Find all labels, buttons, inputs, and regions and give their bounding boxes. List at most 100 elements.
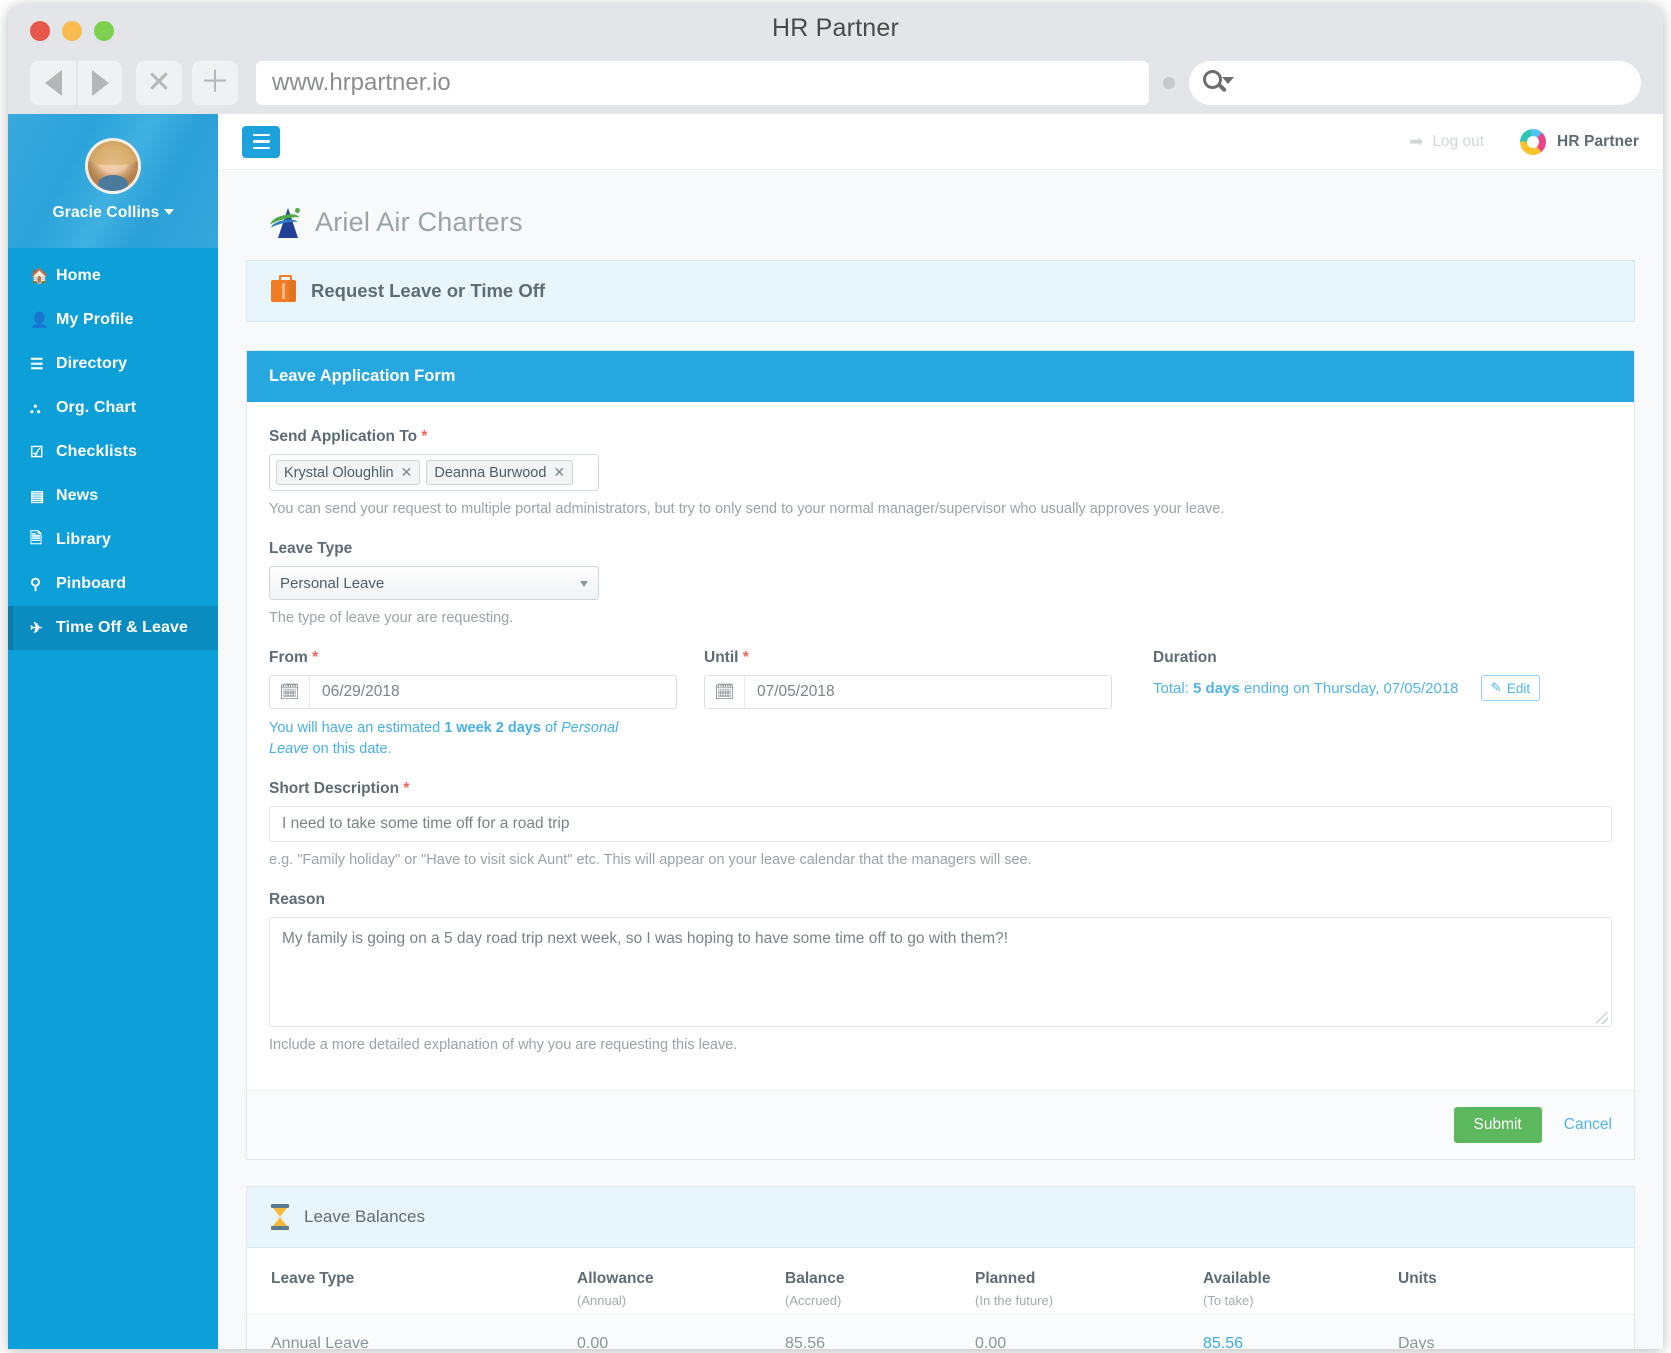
search-bar[interactable] [1189,61,1641,105]
recipient-tag[interactable]: Deanna Burwood ✕ [426,460,574,485]
sidebar-item-checklists[interactable]: ☑ Checklists [8,430,218,474]
reason-textarea[interactable]: My family is going on a 5 day road trip … [269,917,1612,1028]
cell-allowance: 0.00 [567,1314,775,1349]
cell-balance: 85.56 [775,1314,965,1349]
column-sublabel: (To take) [1203,1293,1254,1309]
close-icon: ✕ [146,66,172,99]
estimate-suffix: on this date. [308,741,392,758]
estimate-middle: of [540,720,562,737]
sidebar-item-time-off-and-leave[interactable]: ✈ Time Off & Leave [8,606,218,650]
new-tab-button[interactable]: ＋ [192,61,238,105]
menu-toggle-button[interactable] [242,125,280,158]
close-window-button[interactable] [30,21,50,41]
minimize-window-button[interactable] [62,21,82,41]
logout-button[interactable]: ➡ Log out [1409,132,1484,152]
from-date-value: 06/29/2018 [322,683,400,701]
send-application-to-field: Send Application To * Krystal Oloughlin … [269,428,1612,520]
submit-button[interactable]: Submit [1453,1107,1542,1144]
sidebar-item-pinboard[interactable]: ⚲ Pinboard [8,562,218,606]
column-sublabel: (Accrued) [785,1293,842,1309]
until-field: Until * 🗓 07/05/2018 [704,649,1139,760]
leave-balances-table: Leave Type Allowance (Annual) Balance (A… [247,1248,1634,1349]
leave-type-select[interactable]: Personal Leave [269,566,599,601]
chevron-down-icon [580,581,588,588]
leave-application-card: Leave Application Form Send Application … [246,350,1635,1161]
column-label: Units [1398,1270,1437,1288]
card-title: Leave Application Form [247,351,1634,402]
calendar-icon[interactable]: 🗓 [705,676,745,709]
sidebar-item-label: Library [56,531,111,548]
table-header-row: Leave Type Allowance (Annual) Balance (A… [247,1248,1634,1315]
sidebar-item-home[interactable]: 🏠 Home [8,254,218,298]
from-date-input[interactable]: 🗓 06/29/2018 [269,675,677,710]
sidebar-user-panel[interactable]: Gracie Collins [8,114,218,248]
leave-balances-panel: Leave Balances Leave Type Allowance (Ann… [246,1186,1635,1349]
remove-tag-icon[interactable]: ✕ [401,464,413,481]
short-description-input[interactable]: I need to take some time off for a road … [269,806,1612,843]
sidebar-item-org-chart[interactable]: ⛬ Org. Chart [8,386,218,430]
brand-label: HR Partner [1557,132,1639,150]
column-label: Balance [785,1270,845,1288]
column-label: Available [1203,1270,1271,1288]
sidebar-item-label: Checklists [56,443,138,460]
sidebar-item-label: Org. Chart [56,399,137,416]
table-body: Annual Leave 0.00 85.56 0.00 85.56 Days … [247,1314,1634,1349]
request-leave-banner: Request Leave or Time Off [246,260,1635,322]
chevron-down-icon [163,209,174,215]
remove-tag-icon[interactable]: ✕ [553,464,565,481]
estimate-prefix: You will have an estimated [269,720,445,737]
back-arrow-icon [44,70,62,96]
recipient-tag[interactable]: Krystal Oloughlin ✕ [276,460,421,485]
recipients-input[interactable]: Krystal Oloughlin ✕ Deanna Burwood ✕ [269,454,599,491]
logout-label: Log out [1432,132,1485,150]
reason-field: Reason My family is going on a 5 day roa… [269,891,1612,1056]
duration-summary: Total: 5 days ending on Thursday, 07/05/… [1153,675,1612,702]
hourglass-icon [271,1204,289,1231]
forward-button[interactable] [76,61,122,105]
address-bar[interactable]: www.hrpartner.io [256,61,1149,105]
leave-balances-title: Leave Balances [304,1207,425,1227]
document-icon: 🗎 [30,529,43,547]
checkbox-icon: ☑ [30,444,44,461]
edit-duration-button[interactable]: ✎ Edit [1480,675,1541,702]
user-name-label: Gracie Collins [52,204,160,221]
duration-total: 5 days [1193,679,1240,697]
sidebar-item-news[interactable]: ▤ News [8,474,218,518]
edit-pencil-icon: ✎ [1490,680,1502,696]
cell-available[interactable]: 85.56 [1193,1314,1388,1349]
sidebar: Gracie Collins 🏠 Home 👤 My Profile ☰ Dir… [8,114,218,1349]
sidebar-nav: 🏠 Home 👤 My Profile ☰ Directory ⛬ Org. C… [8,248,218,650]
duration-field: Duration Total: 5 days ending on Thursda… [1139,649,1612,760]
back-button[interactable] [30,61,76,105]
person-icon: 👤 [30,312,49,329]
column-label: Leave Type [271,1270,355,1288]
stop-button[interactable]: ✕ [136,61,182,105]
table-row[interactable]: Annual Leave 0.00 85.56 0.00 85.56 Days [247,1314,1634,1349]
ariel-air-charters-logo-icon [268,206,302,238]
from-label: From * [269,649,704,667]
table-header: Leave Type Allowance (Annual) Balance (A… [247,1248,1634,1315]
sidebar-item-directory[interactable]: ☰ Directory [8,342,218,386]
column-header-units: Units [1388,1248,1634,1315]
sidebar-user-name[interactable]: Gracie Collins [8,204,218,222]
browser-window: HR Partner ✕ ＋ www.hrpartner.io Gracie C… [8,4,1663,1349]
short-description-help: e.g. "Family holiday" or "Have to visit … [269,852,1032,869]
resize-handle[interactable] [1596,1012,1608,1025]
until-date-input[interactable]: 🗓 07/05/2018 [704,675,1112,710]
sidebar-item-library[interactable]: 🗎 Library [8,518,218,562]
browser-titlebar: HR Partner [8,4,1663,52]
leave-estimate-note: You will have an estimated 1 week 2 days… [269,718,659,760]
sidebar-item-label: Home [56,267,101,284]
window-title: HR Partner [771,14,900,42]
leave-type-label: Leave Type [269,540,353,558]
column-label: Planned [975,1270,1036,1288]
sidebar-item-my-profile[interactable]: 👤 My Profile [8,298,218,342]
calendar-icon[interactable]: 🗓 [270,676,310,709]
cancel-button[interactable]: Cancel [1564,1116,1612,1134]
duration-label: Duration [1153,649,1217,667]
maximize-window-button[interactable] [94,21,114,41]
hr-partner-logo-icon [1520,128,1547,155]
app-topbar: ➡ Log out HR Partner [218,114,1663,170]
company-header: Ariel Air Charters [246,170,1635,260]
pin-icon: ⚲ [30,576,42,593]
